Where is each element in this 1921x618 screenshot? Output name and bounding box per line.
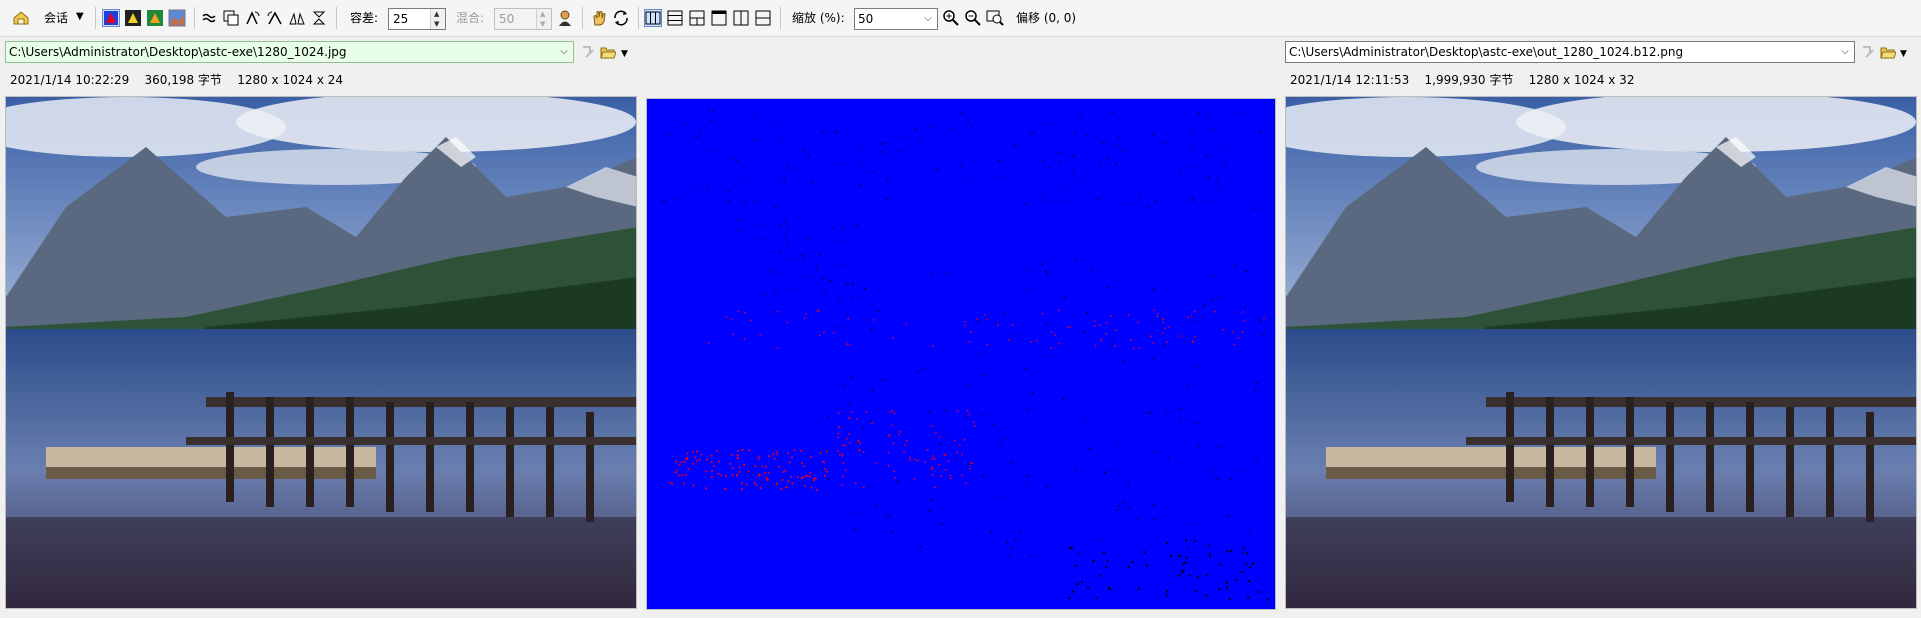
- hand-icon[interactable]: [590, 9, 608, 27]
- session-icon[interactable]: [12, 9, 30, 27]
- right-image: [1285, 96, 1917, 609]
- right-file-path[interactable]: C:\Users\Administrator\Desktop\astc-exe\…: [1289, 45, 1683, 59]
- difference-map: [647, 99, 1275, 609]
- right-file-info: 2021/1/14 12:11:53 1,999,930 字节 1280 x 1…: [1290, 73, 1635, 87]
- rotate-right-icon[interactable]: [266, 9, 284, 27]
- toolbar-separator: [194, 7, 195, 29]
- blend-label: 混合:: [456, 11, 485, 25]
- open-folder-icon[interactable]: [600, 44, 617, 60]
- chevron-down-icon[interactable]: ⌵: [921, 12, 935, 26]
- left-image: [5, 96, 637, 609]
- swap-icon[interactable]: [1860, 44, 1876, 60]
- flip-horizontal-icon[interactable]: [288, 9, 306, 27]
- compare-mode-icon[interactable]: [102, 9, 120, 27]
- toolbar-separator: [95, 7, 96, 29]
- left-file-info: 2021/1/14 10:22:29 360,198 字节 1280 x 102…: [10, 73, 344, 87]
- tolerance-spinner[interactable]: 25 ▲ ▼: [388, 8, 446, 30]
- picture-mode-icon[interactable]: [168, 9, 186, 27]
- rotate-left-icon[interactable]: [244, 9, 262, 27]
- tolerance-spin-buttons[interactable]: ▲ ▼: [430, 9, 445, 29]
- spin-down-icon: ▼: [540, 20, 546, 28]
- layout-single-icon[interactable]: [710, 9, 728, 27]
- left-file-path-combo[interactable]: C:\Users\Administrator\Desktop\astc-exe\…: [5, 41, 574, 63]
- spin-down-icon[interactable]: ▼: [434, 20, 439, 28]
- layout-two-rows-icon[interactable]: [754, 9, 772, 27]
- right-file-path-combo[interactable]: C:\Users\Administrator\Desktop\astc-exe\…: [1285, 41, 1855, 63]
- toolbar-separator: [780, 7, 781, 29]
- layout-two-columns-icon[interactable]: [732, 9, 750, 27]
- spin-up-icon[interactable]: ▲: [434, 10, 439, 18]
- layout-stacked-icon[interactable]: [666, 9, 684, 27]
- swap-icon[interactable]: [580, 44, 596, 60]
- main-toolbar: 会话 ▼ 容差: 25 ▲ ▼ 混合: 50 ▲ ▼ 缩放 (%): 50 ⌵ …: [0, 0, 1921, 37]
- align-icon[interactable]: [222, 9, 240, 27]
- toolbar-separator: [582, 7, 583, 29]
- blend-value: 50: [499, 12, 515, 26]
- session-button-label[interactable]: 会话: [44, 10, 68, 26]
- left-file-path[interactable]: C:\Users\Administrator\Desktop\astc-exe\…: [9, 45, 347, 59]
- session-dropdown-icon[interactable]: ▼: [76, 9, 84, 25]
- zoom-combo[interactable]: 50 ⌵: [854, 8, 938, 30]
- overlay-mode-icon[interactable]: [146, 9, 164, 27]
- chevron-down-icon[interactable]: ⌵: [1838, 45, 1852, 59]
- person-icon[interactable]: [556, 9, 574, 27]
- flip-vertical-icon[interactable]: [310, 9, 328, 27]
- diff-mode-icon[interactable]: [124, 9, 142, 27]
- tolerance-label: 容差:: [350, 11, 379, 25]
- layout-side-by-side-icon[interactable]: [644, 9, 662, 27]
- offset-readout: 偏移 (0, 0): [1016, 11, 1077, 25]
- zoom-fit-icon[interactable]: [986, 9, 1004, 27]
- blend-spinner: 50 ▲ ▼: [494, 8, 552, 30]
- sync-icon[interactable]: [612, 9, 630, 27]
- zoom-in-icon[interactable]: [942, 9, 960, 27]
- difference-image: [646, 98, 1276, 610]
- zoom-out-icon[interactable]: [964, 9, 982, 27]
- tolerance-value[interactable]: 25: [393, 12, 408, 26]
- chevron-down-icon[interactable]: ▼: [621, 46, 628, 62]
- approx-icon[interactable]: [200, 9, 218, 27]
- chevron-down-icon[interactable]: ⌵: [557, 45, 571, 59]
- blend-spin-buttons: ▲ ▼: [536, 9, 551, 29]
- zoom-label: 缩放 (%):: [792, 11, 845, 25]
- zoom-value[interactable]: 50: [858, 12, 873, 26]
- layout-grid-icon[interactable]: [688, 9, 706, 27]
- toolbar-separator: [638, 7, 639, 29]
- toolbar-separator: [336, 7, 337, 29]
- spin-up-icon: ▲: [540, 10, 546, 18]
- open-folder-icon[interactable]: [1880, 44, 1897, 60]
- chevron-down-icon[interactable]: ▼: [1900, 46, 1907, 62]
